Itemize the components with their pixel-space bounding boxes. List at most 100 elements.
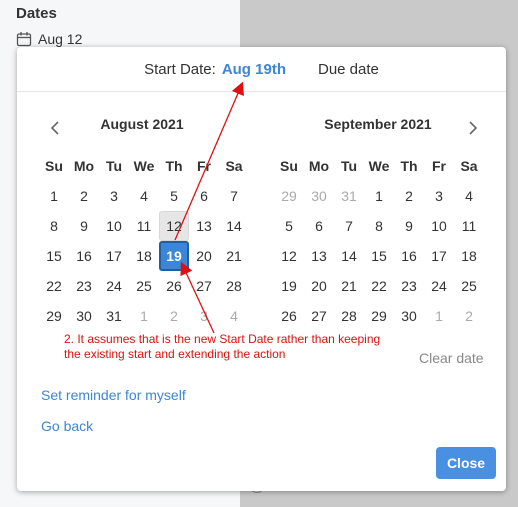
dates-section-title: Dates: [16, 5, 57, 22]
weekday-label: We: [133, 158, 155, 174]
month-title-august: August 2021: [100, 116, 184, 132]
day-cell[interactable]: 30: [394, 301, 424, 331]
day-cell[interactable]: 3: [189, 301, 219, 331]
day-cell[interactable]: 8: [364, 211, 394, 241]
day-cell[interactable]: 31: [99, 301, 129, 331]
day-cell[interactable]: 31: [334, 181, 364, 211]
weekday-label: Su: [45, 158, 63, 174]
day-cell[interactable]: 5: [274, 211, 304, 241]
day-cell[interactable]: 21: [334, 271, 364, 301]
calendar-grid-august: Su Mo Tu We Th Fr Sa 1 2 3 4 5 6 7 8 9 10 11 12 13 14 15 16 17 1…: [39, 151, 249, 331]
day-cell[interactable]: 1: [39, 181, 69, 211]
start-date-label: Start Date:: [144, 60, 216, 78]
day-cell[interactable]: 28: [219, 271, 249, 301]
day-cell[interactable]: 26: [159, 271, 189, 301]
day-cell[interactable]: 27: [189, 271, 219, 301]
day-cell[interactable]: 18: [129, 241, 159, 271]
day-cell[interactable]: 30: [69, 301, 99, 331]
weekday-label: Sa: [225, 158, 243, 174]
day-cell[interactable]: 1: [364, 181, 394, 211]
day-cell[interactable]: 27: [304, 301, 334, 331]
day-cell[interactable]: 11: [129, 211, 159, 241]
day-cell[interactable]: 11: [454, 211, 484, 241]
day-cell[interactable]: 2: [454, 301, 484, 331]
day-cell[interactable]: 6: [304, 211, 334, 241]
day-cell[interactable]: 14: [219, 211, 249, 241]
day-cell[interactable]: 6: [189, 181, 219, 211]
go-back-link[interactable]: Go back: [41, 418, 93, 434]
day-cell[interactable]: 29: [274, 181, 304, 211]
close-button[interactable]: Close: [436, 447, 496, 479]
day-cell[interactable]: 16: [394, 241, 424, 271]
due-date-tab[interactable]: Due date: [318, 61, 379, 78]
day-cell[interactable]: 12: [274, 241, 304, 271]
clear-date-button[interactable]: Clear date: [419, 350, 484, 366]
day-cell[interactable]: 7: [334, 211, 364, 241]
week-row: 29 30 31 1 2 3 4: [274, 181, 484, 211]
start-date-value: Aug 19th: [221, 60, 286, 78]
weekday-header-row: Su Mo Tu We Th Fr Sa: [274, 151, 484, 181]
day-cell[interactable]: 29: [364, 301, 394, 331]
day-cell[interactable]: 1: [424, 301, 454, 331]
day-cell[interactable]: 8: [39, 211, 69, 241]
dates-section-date: Aug 12: [38, 31, 83, 47]
calendar-grid-september: Su Mo Tu We Th Fr Sa 29 30 31 1 2 3 4 5 6 7 8 9 10 11 12 13 14 1…: [274, 151, 484, 331]
dates-section-value: Aug 12: [16, 31, 82, 47]
day-cell[interactable]: 2: [159, 301, 189, 331]
weekday-label: Sa: [460, 158, 478, 174]
day-cell[interactable]: 4: [454, 181, 484, 211]
day-cell[interactable]: 21: [219, 241, 249, 271]
week-row: 8 9 10 11 12 13 14: [39, 211, 249, 241]
set-reminder-link[interactable]: Set reminder for myself: [41, 387, 186, 403]
day-cell[interactable]: 14: [334, 241, 364, 271]
day-cell[interactable]: 26: [274, 301, 304, 331]
day-cell[interactable]: 22: [364, 271, 394, 301]
annotation-text: 2. It assumes that is the new Start Date…: [64, 332, 381, 361]
day-cell[interactable]: 4: [129, 181, 159, 211]
day-cell[interactable]: 23: [69, 271, 99, 301]
calendar-icon: [16, 32, 32, 47]
day-cell[interactable]: 13: [189, 211, 219, 241]
day-cell[interactable]: 25: [454, 271, 484, 301]
day-cell[interactable]: 7: [219, 181, 249, 211]
start-date-tab[interactable]: Start Date: Aug 19th: [144, 61, 286, 78]
day-cell[interactable]: 22: [39, 271, 69, 301]
day-cell[interactable]: 24: [99, 271, 129, 301]
day-cell[interactable]: 15: [364, 241, 394, 271]
day-cell[interactable]: 25: [129, 271, 159, 301]
day-cell[interactable]: 20: [189, 241, 219, 271]
day-cell[interactable]: 3: [424, 181, 454, 211]
day-cell[interactable]: 17: [99, 241, 129, 271]
week-row: 1234567: [39, 181, 249, 211]
weekday-label: Tu: [340, 158, 358, 174]
day-cell[interactable]: 18: [454, 241, 484, 271]
day-cell[interactable]: 9: [394, 211, 424, 241]
week-row: 19 20 21 22 23 24 25: [274, 271, 484, 301]
day-cell[interactable]: 10: [424, 211, 454, 241]
day-cell[interactable]: 5: [159, 181, 189, 211]
day-cell[interactable]: 16: [69, 241, 99, 271]
day-cell[interactable]: 12: [159, 211, 189, 241]
week-row: 29 30 31 1 2 3 4: [39, 301, 249, 331]
day-cell[interactable]: 29: [39, 301, 69, 331]
day-cell[interactable]: 1: [129, 301, 159, 331]
day-cell[interactable]: 13: [304, 241, 334, 271]
weekday-label: Mo: [308, 158, 330, 174]
day-cell[interactable]: 30: [304, 181, 334, 211]
day-cell[interactable]: 9: [69, 211, 99, 241]
day-cell[interactable]: 28: [334, 301, 364, 331]
weekday-label: Su: [280, 158, 298, 174]
day-cell[interactable]: 24: [424, 271, 454, 301]
day-cell-selected[interactable]: 19: [159, 241, 189, 271]
weekday-label: Fr: [197, 158, 211, 174]
day-cell[interactable]: 20: [304, 271, 334, 301]
day-cell[interactable]: 19: [274, 271, 304, 301]
day-cell[interactable]: 17: [424, 241, 454, 271]
day-cell[interactable]: 4: [219, 301, 249, 331]
day-cell[interactable]: 15: [39, 241, 69, 271]
day-cell[interactable]: 2: [394, 181, 424, 211]
day-cell[interactable]: 23: [394, 271, 424, 301]
day-cell[interactable]: 2: [69, 181, 99, 211]
day-cell[interactable]: 10: [99, 211, 129, 241]
day-cell[interactable]: 3: [99, 181, 129, 211]
